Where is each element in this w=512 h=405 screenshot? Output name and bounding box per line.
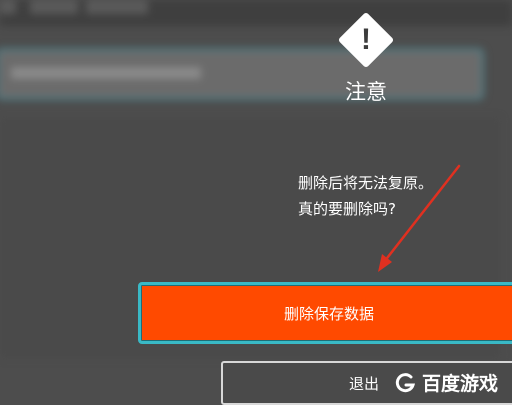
- exit-button-label: 退出: [349, 375, 380, 393]
- baidu-game-logo-icon: [395, 372, 416, 392]
- delete-save-data-button[interactable]: 删除保存数据: [138, 282, 512, 344]
- message-line-1: 删除后将无法复原。: [298, 174, 434, 192]
- save-delete-screen: ! 注意 删除后将无法复原。 真的要删除吗? 删除保存数据 退出 百度游戏: [0, 0, 512, 405]
- dialog-message: 删除后将无法复原。 真的要删除吗?: [298, 170, 498, 222]
- baidu-game-watermark: 百度游戏: [394, 369, 498, 396]
- watermark-text: 百度游戏: [422, 373, 499, 395]
- dialog-title: 注意: [345, 80, 387, 104]
- message-line-2: 真的要删除吗?: [298, 200, 396, 218]
- warning-icon: !: [336, 10, 396, 70]
- delete-button-label: 删除保存数据: [283, 304, 374, 323]
- background-header: [0, 0, 512, 26]
